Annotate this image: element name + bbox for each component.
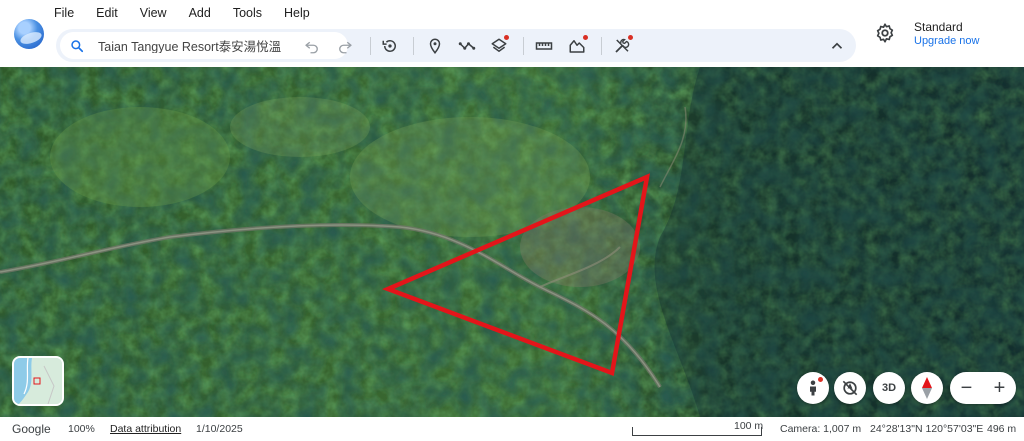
search-input[interactable] [86,38,336,53]
search-icon[interactable] [60,39,86,53]
status-bar: Google 100% Data attribution 1/10/2025 1… [0,417,1024,441]
tools-button[interactable] [610,34,634,58]
notification-dot [583,35,588,40]
zoom-out-button[interactable]: − [950,372,983,404]
satellite-map-view[interactable]: 3D − + [0,67,1024,417]
cursor-coordinates: 24°28'13"N 120°57'03"E [870,423,984,435]
ruler-icon [535,42,553,50]
toolbar-divider [413,37,414,55]
scale-label: 100 m [734,420,764,432]
imagery-date: 1/10/2025 [196,423,243,435]
layers-button[interactable] [487,34,511,58]
add-path-button[interactable] [455,34,479,58]
zoom-percentage: 100% [68,423,95,435]
settings-button[interactable] [874,22,896,44]
cursor-elevation: 496 m [987,423,1017,435]
gear-icon [876,23,894,43]
north-reset-icon [842,380,858,396]
menu-tools[interactable]: Tools [233,6,262,22]
toolbar-divider [601,37,602,55]
reset-tilt-button[interactable] [834,372,866,404]
history-icon [382,40,396,52]
add-placemark-button[interactable] [423,34,447,58]
google-earth-logo[interactable] [14,19,44,49]
elevation-profile-button[interactable] [565,34,589,58]
upgrade-link[interactable]: Upgrade now [914,35,979,47]
toolbar-divider [523,37,524,55]
menu-bar: File Edit View Add Tools Help [54,6,332,22]
measure-button[interactable] [532,34,556,58]
menu-edit[interactable]: Edit [96,6,118,22]
menu-add[interactable]: Add [189,6,211,22]
undo-button[interactable] [300,34,324,58]
toolbar-divider [370,37,371,55]
notification-dot [628,35,633,40]
toggle-3d-button[interactable]: 3D [873,372,905,404]
overview-minimap[interactable] [12,356,64,406]
redo-icon [339,41,352,54]
compass-icon [922,377,932,399]
historical-imagery-button[interactable] [378,34,402,58]
undo-icon [305,41,318,54]
collapse-toolbar-button[interactable] [825,34,849,58]
placemark-icon [429,38,441,54]
zoom-in-button[interactable]: + [983,372,1016,404]
camera-altitude: Camera: 1,007 m [780,423,862,435]
satellite-imagery [0,67,1024,417]
menu-help[interactable]: Help [284,6,310,22]
menu-view[interactable]: View [140,6,167,22]
top-bar: File Edit View Add Tools Help Taian Tang… [0,0,1024,67]
toolbar [56,29,856,62]
zoom-control: − + [950,372,1016,404]
collapse-icon [831,42,843,49]
redo-button[interactable] [333,34,357,58]
google-brand: Google [12,422,51,436]
compass-button[interactable] [911,372,943,404]
menu-file[interactable]: File [54,6,74,22]
notification-dot [504,35,509,40]
path-icon [458,42,476,50]
plan-label: Standard [914,20,963,34]
notification-dot [818,377,823,382]
street-view-button[interactable] [797,372,829,404]
data-attribution-link[interactable]: Data attribution [110,423,181,435]
